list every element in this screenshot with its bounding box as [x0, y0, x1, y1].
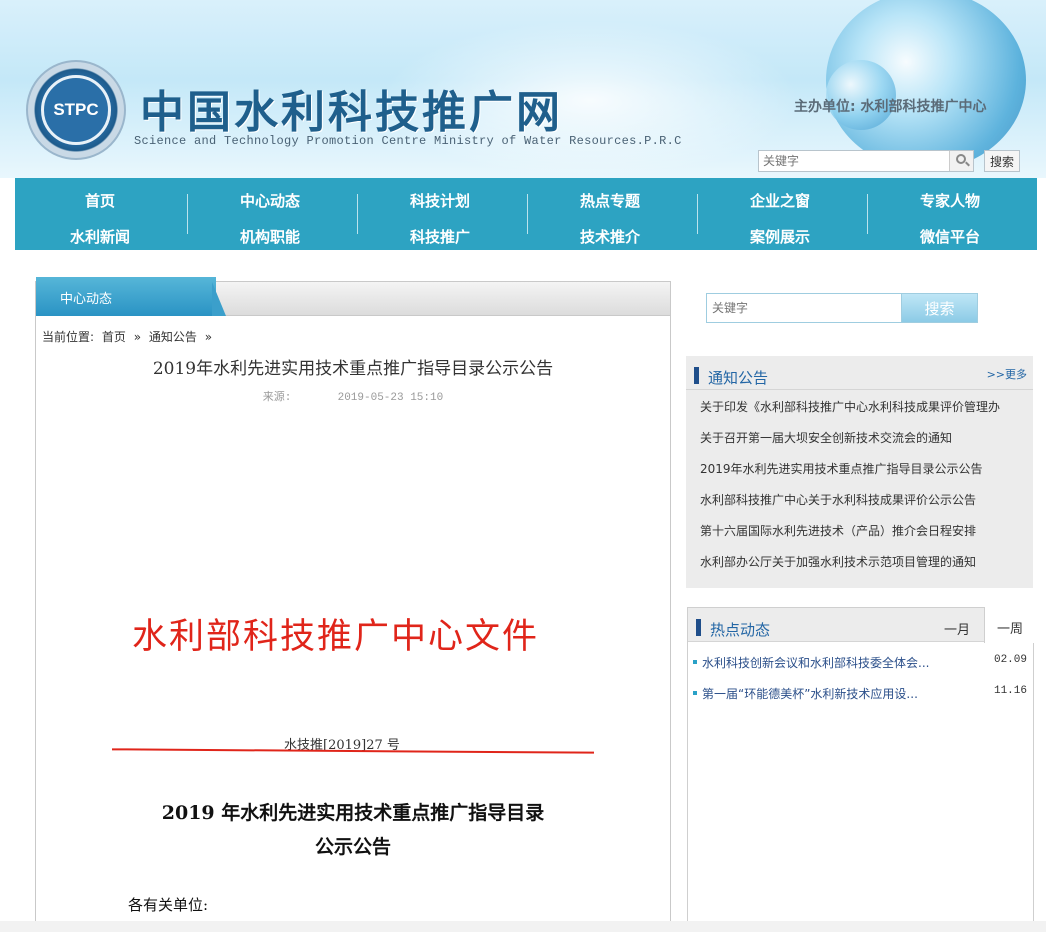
more-link[interactable]: >>更多 [987, 366, 1027, 382]
nav-column-2: 中心动态 机构职能 [185, 178, 355, 250]
nav-item-home[interactable]: 首页 [15, 190, 185, 211]
header-search-input[interactable] [759, 151, 949, 171]
sidebar-search: 搜索 [706, 293, 978, 323]
breadcrumb-separator: » [204, 330, 213, 344]
stpc-logo[interactable]: STPC [26, 60, 126, 160]
nav-column-4: 热点专题 技术推介 [525, 178, 695, 250]
hot-news-text[interactable]: 第一届“环能德美杯”水利新技术应用设... [702, 685, 964, 702]
site-subtitle: Science and Technology Promotion Centre … [134, 134, 682, 148]
site-header: STPC 中国水利科技推广网 Science and Technology Pr… [0, 0, 1046, 178]
document-title-line2: 公示公告 [314, 836, 391, 858]
hot-news-box: 热点动态 一月 一周 水利科技创新会议和水利部科技委全体会... 02.09 第… [687, 607, 1035, 932]
notice-item[interactable]: 水利部科技推广中心关于水利科技成果评价公示公告 [700, 491, 1028, 522]
hot-news-item[interactable]: 水利科技创新会议和水利部科技委全体会... 02.09 [693, 654, 1027, 685]
breadcrumb-separator: » [133, 330, 142, 344]
hot-news-list: 水利科技创新会议和水利部科技委全体会... 02.09 第一届“环能德美杯”水利… [693, 654, 1027, 716]
site-title[interactable]: 中国水利科技推广网 [140, 76, 563, 140]
sidebar-search-input[interactable] [706, 293, 902, 323]
bullet-icon [693, 691, 697, 695]
tab-center-news[interactable]: 中心动态 [36, 277, 216, 316]
bottom-strip [0, 921, 1046, 932]
header-bar-marker [694, 367, 699, 384]
nav-item-tech-recommend[interactable]: 技术推介 [525, 226, 695, 247]
nav-item-wechat[interactable]: 微信平台 [865, 226, 1035, 247]
breadcrumb-home-link[interactable]: 首页 [102, 330, 126, 344]
notice-item[interactable]: 第十六届国际水利先进技术（产品）推介会日程安排 [700, 522, 1028, 553]
nav-column-6: 专家人物 微信平台 [865, 178, 1035, 250]
hot-news-header: 热点动态 [688, 608, 1033, 642]
nav-item-center-news[interactable]: 中心动态 [185, 190, 355, 211]
sponsor-name: 水利部科技推广中心 [860, 99, 987, 115]
hot-news-date: 11.16 [993, 685, 1027, 697]
article-panel: 中心动态 当前位置: 首页 » 通知公告 » 2019年水利先进实用技术重点推广… [35, 277, 671, 932]
notice-title: 通知公告 [708, 369, 769, 387]
nav-item-cases[interactable]: 案例展示 [695, 226, 865, 247]
sponsor-info: 主办单位: 水利部科技推广中心 [794, 96, 986, 116]
notice-header: 通知公告 [686, 356, 1033, 390]
breadcrumb-section-link[interactable]: 通知公告 [149, 330, 197, 344]
breadcrumb-label: 当前位置: [42, 330, 95, 344]
nav-item-enterprise[interactable]: 企业之窗 [695, 190, 865, 211]
document-title-line1: 2019 年水利先进实用技术重点推广指导目录 [161, 802, 545, 824]
nav-item-functions[interactable]: 机构职能 [185, 226, 355, 247]
header-bar-marker [696, 619, 701, 636]
hot-news-item[interactable]: 第一届“环能德美杯”水利新技术应用设... 11.16 [693, 685, 1027, 716]
hot-news-date: 02.09 [993, 654, 1027, 666]
notice-item[interactable]: 水利部办公厅关于加强水利技术示范项目管理的通知 [700, 553, 1028, 584]
nav-item-hot-topics[interactable]: 热点专题 [525, 190, 695, 211]
document-header: 水利部科技推广中心文件 [132, 617, 540, 657]
nav-item-experts[interactable]: 专家人物 [865, 190, 1035, 211]
tab-corner [212, 282, 226, 316]
water-drop-image [826, 60, 896, 130]
bullet-icon [693, 660, 697, 664]
publish-datetime: 2019-05-23 15:10 [337, 392, 444, 404]
tab-month[interactable]: 一月 [944, 619, 970, 638]
document-salutation: 各有关单位: [128, 896, 209, 914]
hot-news-text[interactable]: 水利科技创新会议和水利部科技委全体会... [702, 654, 964, 671]
search-icon[interactable] [949, 151, 973, 171]
sponsor-label: 主办单位: [794, 99, 856, 115]
nav-column-1: 首页 水利新闻 [15, 178, 185, 250]
notice-item[interactable]: 2019年水利先进实用技术重点推广指导目录公示公告 [700, 460, 1028, 491]
nav-item-tech-promotion[interactable]: 科技推广 [355, 226, 525, 247]
nav-item-tech-plan[interactable]: 科技计划 [355, 190, 525, 211]
breadcrumb: 当前位置: 首页 » 通知公告 » [42, 328, 216, 345]
notice-item[interactable]: 关于印发《水利部科技推广中心水利科技成果评价管理办 [700, 398, 1028, 429]
tab-week[interactable]: 一周 [984, 607, 1035, 643]
nav-column-3: 科技计划 科技推广 [355, 178, 525, 250]
article-title: 2019年水利先进实用技术重点推广指导目录公示公告 [152, 359, 554, 379]
notice-item[interactable]: 关于召开第一届大坝安全创新技术交流会的通知 [700, 429, 1028, 460]
nav-item-water-news[interactable]: 水利新闻 [15, 226, 185, 247]
header-search-box [758, 150, 974, 172]
article-meta: 来源: 2019-05-23 15:10 [36, 388, 670, 404]
notice-list: 关于印发《水利部科技推广中心水利科技成果评价管理办 关于召开第一届大坝安全创新技… [700, 398, 1028, 584]
header-search-button[interactable]: 搜索 [984, 150, 1020, 172]
notice-box: 通知公告 >>更多 关于印发《水利部科技推广中心水利科技成果评价管理办 关于召开… [686, 356, 1033, 588]
hot-news-title: 热点动态 [710, 621, 771, 639]
logo-text: STPC [41, 75, 111, 145]
sidebar-search-button[interactable]: 搜索 [901, 293, 978, 323]
nav-column-5: 企业之窗 案例展示 [695, 178, 865, 250]
source-label: 来源: [262, 392, 292, 404]
main-nav: 首页 水利新闻 中心动态 机构职能 科技计划 科技推广 热点专题 技术推介 企业… [15, 178, 1037, 250]
